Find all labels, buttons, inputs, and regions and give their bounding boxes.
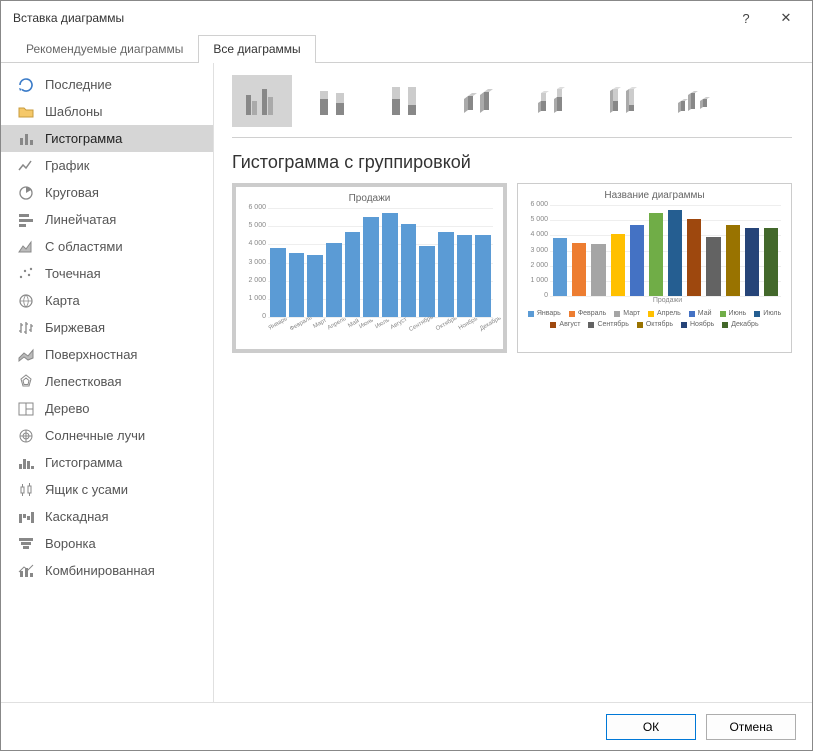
tab-strip: Рекомендуемые диаграммы Все диаграммы	[1, 35, 812, 63]
chart-preview-1[interactable]: Продажи 01 0002 0003 0004 0005 0006 000 …	[232, 183, 507, 353]
sidebar-item-label: Карта	[45, 293, 80, 308]
histogram-chart-icon	[17, 454, 35, 472]
tab-recommended[interactable]: Рекомендуемые диаграммы	[11, 35, 198, 63]
stock-chart-icon	[17, 319, 35, 337]
sidebar-item-treemap[interactable]: Дерево	[1, 395, 213, 422]
chart-type-heading: Гистограмма с группировкой	[232, 152, 792, 173]
subtype-stacked-column[interactable]	[304, 75, 364, 127]
sidebar-item-label: Воронка	[45, 536, 96, 551]
sidebar-item-label: Шаблоны	[45, 104, 103, 119]
sidebar-item-area[interactable]: С областями	[1, 233, 213, 260]
bar-chart-icon	[17, 211, 35, 229]
sidebar-item-histogram[interactable]: Гистограмма	[1, 449, 213, 476]
dialog-footer: ОК Отмена	[1, 702, 812, 750]
tab-all-charts[interactable]: Все диаграммы	[198, 35, 315, 63]
sidebar-item-label: Гистограмма	[45, 131, 122, 146]
combo-chart-icon	[17, 562, 35, 580]
cancel-button[interactable]: Отмена	[706, 714, 796, 740]
sidebar-item-scatter[interactable]: Точечная	[1, 260, 213, 287]
sidebar-item-bar[interactable]: Линейчатая	[1, 206, 213, 233]
sidebar-item-label: Ящик с усами	[45, 482, 128, 497]
sidebar-item-boxwhisker[interactable]: Ящик с усами	[1, 476, 213, 503]
sidebar-item-label: Последние	[45, 77, 112, 92]
area-chart-icon	[17, 238, 35, 256]
subtype-3d-stacked-column[interactable]	[520, 75, 580, 127]
sidebar-item-waterfall[interactable]: Каскадная	[1, 503, 213, 530]
column-chart-icon	[17, 130, 35, 148]
close-button[interactable]: ✕	[766, 3, 806, 33]
help-button[interactable]: ?	[726, 3, 766, 33]
chart-preview-2[interactable]: Название диаграммы 01 0002 0003 0004 000…	[517, 183, 792, 353]
sidebar-item-label: Биржевая	[45, 320, 105, 335]
sidebar-item-label: С областями	[45, 239, 123, 254]
window-title: Вставка диаграммы	[13, 11, 726, 25]
dialog-body: Последние Шаблоны Гистограмма График Кру…	[1, 63, 812, 702]
sunburst-chart-icon	[17, 427, 35, 445]
sidebar-item-templates[interactable]: Шаблоны	[1, 98, 213, 125]
sidebar-item-label: Линейчатая	[45, 212, 116, 227]
boxwhisker-chart-icon	[17, 481, 35, 499]
sidebar-item-label: Дерево	[45, 401, 89, 416]
subtype-3d-column[interactable]	[664, 75, 724, 127]
map-chart-icon	[17, 292, 35, 310]
titlebar: Вставка диаграммы ? ✕	[1, 1, 812, 35]
sidebar-item-map[interactable]: Карта	[1, 287, 213, 314]
preview1-title: Продажи	[242, 193, 497, 204]
sidebar-item-sunburst[interactable]: Солнечные лучи	[1, 422, 213, 449]
funnel-chart-icon	[17, 535, 35, 553]
surface-chart-icon	[17, 346, 35, 364]
sidebar-item-column[interactable]: Гистограмма	[1, 125, 213, 152]
radar-chart-icon	[17, 373, 35, 391]
preview2-xlabel: Продажи	[550, 297, 785, 304]
subtype-3d-stacked100-column[interactable]	[592, 75, 652, 127]
recent-icon	[17, 76, 35, 94]
sidebar-item-recent[interactable]: Последние	[1, 71, 213, 98]
sidebar-item-label: График	[45, 158, 89, 173]
sidebar-item-pie[interactable]: Круговая	[1, 179, 213, 206]
sidebar-item-funnel[interactable]: Воронка	[1, 530, 213, 557]
treemap-chart-icon	[17, 400, 35, 418]
chart-main-area: Гистограмма с группировкой Продажи 01 00…	[214, 63, 812, 702]
line-chart-icon	[17, 157, 35, 175]
scatter-chart-icon	[17, 265, 35, 283]
sidebar-item-combo[interactable]: Комбинированная	[1, 557, 213, 584]
sidebar-item-line[interactable]: График	[1, 152, 213, 179]
subtype-3d-clustered-column[interactable]	[448, 75, 508, 127]
sidebar-item-stock[interactable]: Биржевая	[1, 314, 213, 341]
insert-chart-dialog: Вставка диаграммы ? ✕ Рекомендуемые диаг…	[0, 0, 813, 751]
sidebar-item-surface[interactable]: Поверхностная	[1, 341, 213, 368]
sidebar-item-label: Каскадная	[45, 509, 109, 524]
folder-icon	[17, 103, 35, 121]
sidebar-item-radar[interactable]: Лепестковая	[1, 368, 213, 395]
sidebar-item-label: Лепестковая	[45, 374, 122, 389]
sidebar-item-label: Точечная	[45, 266, 101, 281]
subtype-clustered-column[interactable]	[232, 75, 292, 127]
sidebar-item-label: Комбинированная	[45, 563, 155, 578]
pie-chart-icon	[17, 184, 35, 202]
chart-subtype-row	[232, 75, 792, 138]
sidebar-item-label: Солнечные лучи	[45, 428, 145, 443]
subtype-stacked100-column[interactable]	[376, 75, 436, 127]
waterfall-chart-icon	[17, 508, 35, 526]
sidebar-item-label: Круговая	[45, 185, 99, 200]
preview2-title: Название диаграммы	[524, 190, 785, 201]
chart-category-list: Последние Шаблоны Гистограмма График Кру…	[1, 63, 214, 702]
sidebar-item-label: Поверхностная	[45, 347, 137, 362]
ok-button[interactable]: ОК	[606, 714, 696, 740]
sidebar-item-label: Гистограмма	[45, 455, 122, 470]
chart-previews: Продажи 01 0002 0003 0004 0005 0006 000 …	[232, 183, 792, 353]
